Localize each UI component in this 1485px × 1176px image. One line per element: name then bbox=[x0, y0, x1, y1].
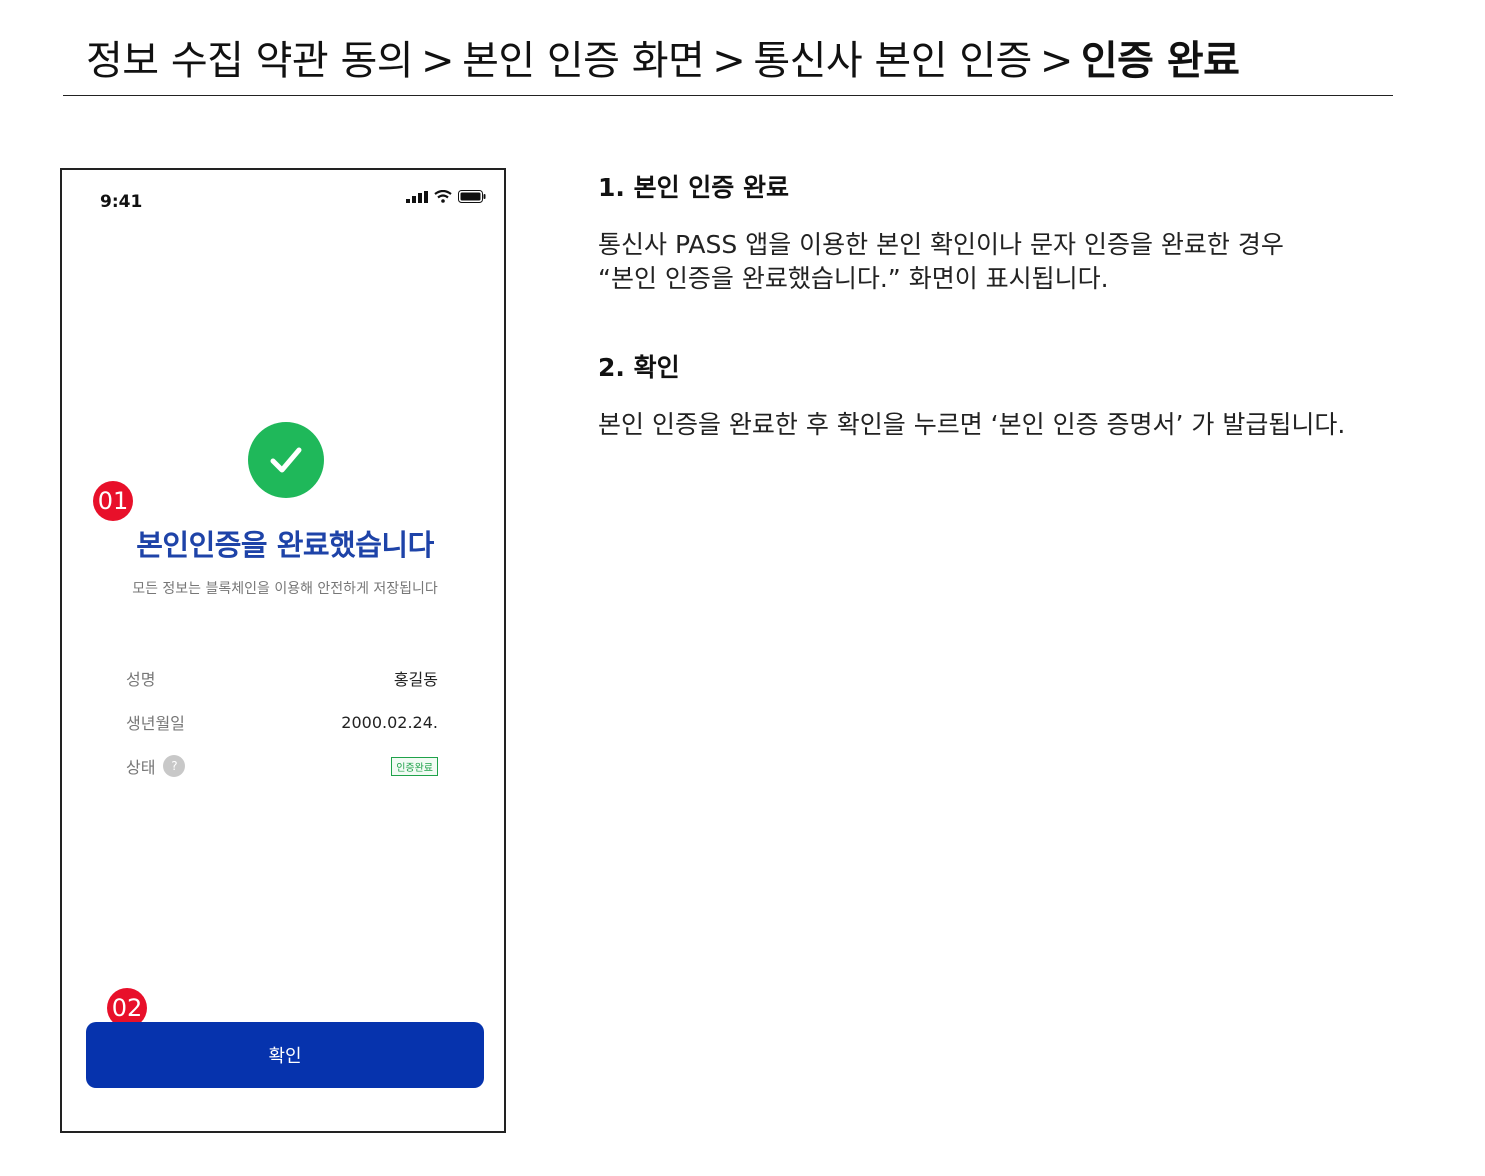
description-line: 본인 인증을 완료한 후 확인을 누르면 ‘본인 인증 증명서’ 가 발급됩니다… bbox=[598, 410, 1346, 439]
description-line: “본인 인증을 완료했습니다.” 화면이 표시됩니다. bbox=[598, 264, 1109, 293]
info-row-status: 상태 ? 인증완료 bbox=[126, 752, 438, 780]
info-label: 생년월일 bbox=[126, 714, 185, 733]
breadcrumb-separator: > bbox=[712, 38, 746, 84]
help-icon[interactable]: ? bbox=[163, 755, 186, 777]
completion-subtitle: 모든 정보는 블록체인을 이용해 안전하게 저장됩니다 bbox=[132, 581, 438, 597]
breadcrumb-separator: > bbox=[421, 38, 455, 84]
completion-title: 본인인증을 완료했습니다 bbox=[136, 528, 434, 562]
success-check-icon bbox=[248, 422, 324, 498]
status-time: 9:41 bbox=[100, 192, 143, 212]
description-heading: 1. 본인 인증 완료 bbox=[598, 173, 790, 202]
description-section-2: 2. 확인 본인 인증을 완료한 후 확인을 누르면 ‘본인 인증 증명서’ 가… bbox=[598, 348, 1345, 442]
info-value: 홍길동 bbox=[393, 670, 438, 689]
breadcrumb-step: 본인 인증 화면 bbox=[462, 38, 705, 84]
breadcrumb-current: 인증 완료 bbox=[1080, 38, 1240, 84]
info-value: 2000.02.24. bbox=[341, 712, 438, 732]
info-row-name: 성명 홍길동 bbox=[126, 664, 438, 692]
description-line: 통신사 PASS 앱을 이용한 본인 확인이나 문자 인증을 완료한 경우 bbox=[598, 230, 1284, 259]
breadcrumb: 정보 수집 약관 동의 > 본인 인증 화면 > 통신사 본인 인증 > 인증 완료 bbox=[86, 28, 1240, 86]
description-heading: 2. 확인 bbox=[598, 353, 680, 382]
info-label-wrap: 상태 ? bbox=[126, 754, 186, 778]
wifi-icon bbox=[434, 190, 452, 203]
status-bar-icons bbox=[406, 190, 486, 203]
breadcrumb-step: 통신사 본인 인증 bbox=[753, 38, 1032, 84]
info-label: 상태 bbox=[126, 758, 156, 777]
description-body: 본인 인증을 완료한 후 확인을 누르면 ‘본인 인증 증명서’ 가 발급됩니다… bbox=[598, 408, 1345, 442]
step-marker: 01 bbox=[93, 481, 133, 521]
info-label: 성명 bbox=[126, 670, 156, 689]
description-body: 통신사 PASS 앱을 이용한 본인 확인이나 문자 인증을 완료한 경우 “본… bbox=[598, 228, 1284, 296]
signal-icon bbox=[406, 190, 428, 203]
header-divider bbox=[63, 95, 1393, 96]
breadcrumb-separator: > bbox=[1039, 38, 1074, 84]
info-row-birthdate: 생년월일 2000.02.24. bbox=[126, 708, 438, 736]
status-badge: 인증완료 bbox=[391, 756, 438, 776]
breadcrumb-step: 정보 수집 약관 동의 bbox=[86, 38, 414, 84]
description-section-1: 1. 본인 인증 완료 통신사 PASS 앱을 이용한 본인 확인이나 문자 인… bbox=[598, 168, 1284, 296]
phone-screen: 9:41 01 본인인증을 완료했습니다 모든 정보는 블록체인을 이용해 안전… bbox=[60, 168, 506, 1133]
battery-icon bbox=[458, 190, 486, 203]
confirm-button[interactable]: 확인 bbox=[86, 1022, 484, 1088]
